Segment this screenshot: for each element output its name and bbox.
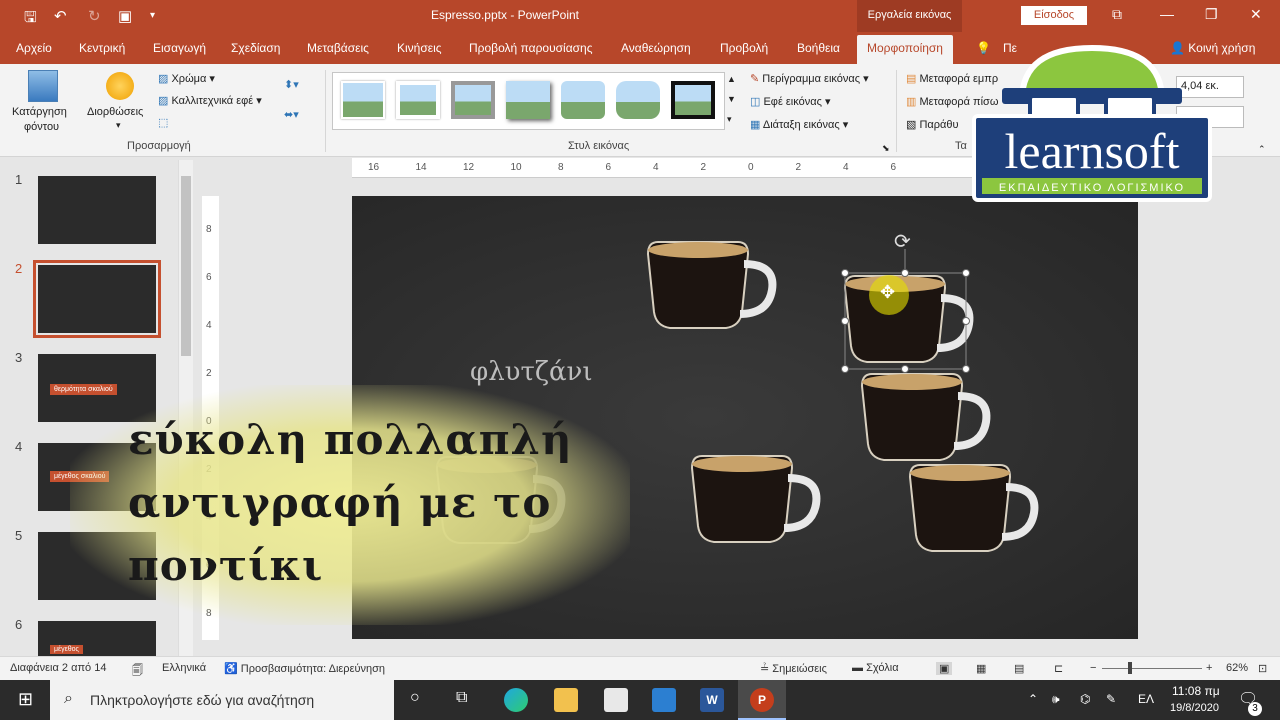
rotate-handle-icon[interactable]: ⟳ bbox=[894, 229, 911, 254]
notes-button[interactable]: ≟ Σημειώσεις bbox=[760, 662, 827, 675]
logo-tagline: ΕΚΠΑΙΔΕΥΤΙΚΟ ΛΟΓΙΣΜΙΚΟ bbox=[999, 182, 1185, 194]
accessibility-label: Προσβασιμότητα: Διερεύνηση bbox=[240, 663, 386, 675]
coffee-cup-1[interactable] bbox=[648, 242, 772, 328]
notes-label: Σημειώσεις bbox=[772, 663, 827, 675]
word-icon[interactable]: W bbox=[700, 688, 724, 712]
resize-handle[interactable] bbox=[841, 365, 849, 373]
slide-counter: Διαφάνεια 2 από 14 bbox=[10, 662, 107, 674]
powerpoint-icon: P bbox=[750, 688, 774, 712]
coffee-cup-4[interactable] bbox=[692, 456, 816, 542]
powerpoint-taskbar-button[interactable]: P bbox=[738, 680, 786, 720]
resize-handle[interactable] bbox=[962, 317, 970, 325]
coffee-cup-3[interactable] bbox=[862, 374, 986, 460]
network-icon[interactable]: ⌬ bbox=[1080, 692, 1090, 706]
volume-icon[interactable]: 🕪 bbox=[1052, 692, 1060, 707]
comment-icon: ▬ bbox=[852, 662, 863, 674]
resize-handle[interactable] bbox=[841, 269, 849, 277]
accessibility-status[interactable]: ♿ Προσβασιμότητα: Διερεύνηση bbox=[224, 662, 385, 675]
resize-handle[interactable] bbox=[962, 269, 970, 277]
store-icon[interactable] bbox=[604, 688, 628, 712]
windows-taskbar: ⊞ ⌕ Πληκτρολογήστε εδώ για αναζήτηση ○ ⧉… bbox=[0, 680, 1280, 720]
status-bar: Διαφάνεια 2 από 14 🗐 Ελληνικά ♿ Προσβασι… bbox=[0, 656, 1280, 680]
learnsoft-logo: learnsoft ΕΚΠΑΙΔΕΥΤΙΚΟ ΛΟΓΙΣΜΙΚΟ bbox=[972, 44, 1212, 202]
tray-expand-icon[interactable]: ⌃ bbox=[1028, 692, 1038, 706]
comments-button[interactable]: ▬ Σχόλια bbox=[852, 662, 899, 674]
task-view-icon[interactable]: ⧉ bbox=[456, 689, 467, 707]
slide-text-cup[interactable]: φλυτζάνι bbox=[470, 357, 593, 387]
clock-time[interactable]: 11:08 πμ bbox=[1172, 684, 1220, 698]
zoom-out-icon[interactable]: − bbox=[1090, 662, 1096, 674]
notification-count: 3 bbox=[1248, 702, 1262, 716]
search-icon: ⌕ bbox=[64, 690, 73, 707]
accessibility-icon: ♿ bbox=[224, 663, 238, 675]
zoom-in-icon[interactable]: + bbox=[1206, 662, 1212, 674]
slide-sorter-icon[interactable]: ▦ bbox=[976, 662, 986, 675]
spellcheck-icon[interactable]: 🗐 bbox=[132, 662, 143, 681]
input-language[interactable]: ΕΛ bbox=[1138, 692, 1154, 706]
comments-label: Σχόλια bbox=[866, 662, 899, 674]
windows-start-icon[interactable]: ⊞ bbox=[18, 689, 33, 710]
zoom-level[interactable]: 62% bbox=[1226, 662, 1248, 674]
notes-icon: ≟ bbox=[760, 663, 770, 675]
reading-view-icon[interactable]: ▤ bbox=[1014, 662, 1024, 675]
edge-icon[interactable] bbox=[504, 688, 528, 712]
coffee-cup-5[interactable] bbox=[910, 465, 1034, 551]
taskbar-search[interactable]: ⌕ Πληκτρολογήστε εδώ για αναζήτηση bbox=[50, 680, 394, 720]
search-placeholder: Πληκτρολογήστε εδώ για αναζήτηση bbox=[90, 692, 315, 708]
mail-icon[interactable] bbox=[652, 688, 676, 712]
normal-view-icon[interactable]: ▣ bbox=[936, 662, 953, 675]
resize-handle[interactable] bbox=[841, 317, 849, 325]
fit-slide-icon[interactable]: ⊡ bbox=[1258, 662, 1267, 675]
cortana-icon[interactable]: ○ bbox=[410, 689, 420, 707]
zoom-slider-thumb[interactable] bbox=[1128, 662, 1132, 674]
resize-handle[interactable] bbox=[901, 365, 909, 373]
tutorial-caption: εύκολη πολλαπλή αντιγραφή με το ποντίκι bbox=[128, 415, 573, 590]
slideshow-view-icon[interactable]: ⊏ bbox=[1054, 662, 1063, 675]
language-status[interactable]: Ελληνικά bbox=[162, 662, 206, 674]
pen-icon[interactable]: ✎ bbox=[1106, 692, 1116, 706]
resize-handle[interactable] bbox=[901, 269, 909, 277]
zoom-slider[interactable] bbox=[1102, 668, 1202, 669]
resize-handle[interactable] bbox=[962, 365, 970, 373]
move-cursor-icon: ✥ bbox=[880, 282, 896, 302]
file-explorer-icon[interactable] bbox=[554, 688, 578, 712]
logo-brand: learnsoft bbox=[1005, 123, 1180, 179]
clock-date[interactable]: 19/8/2020 bbox=[1170, 702, 1219, 714]
